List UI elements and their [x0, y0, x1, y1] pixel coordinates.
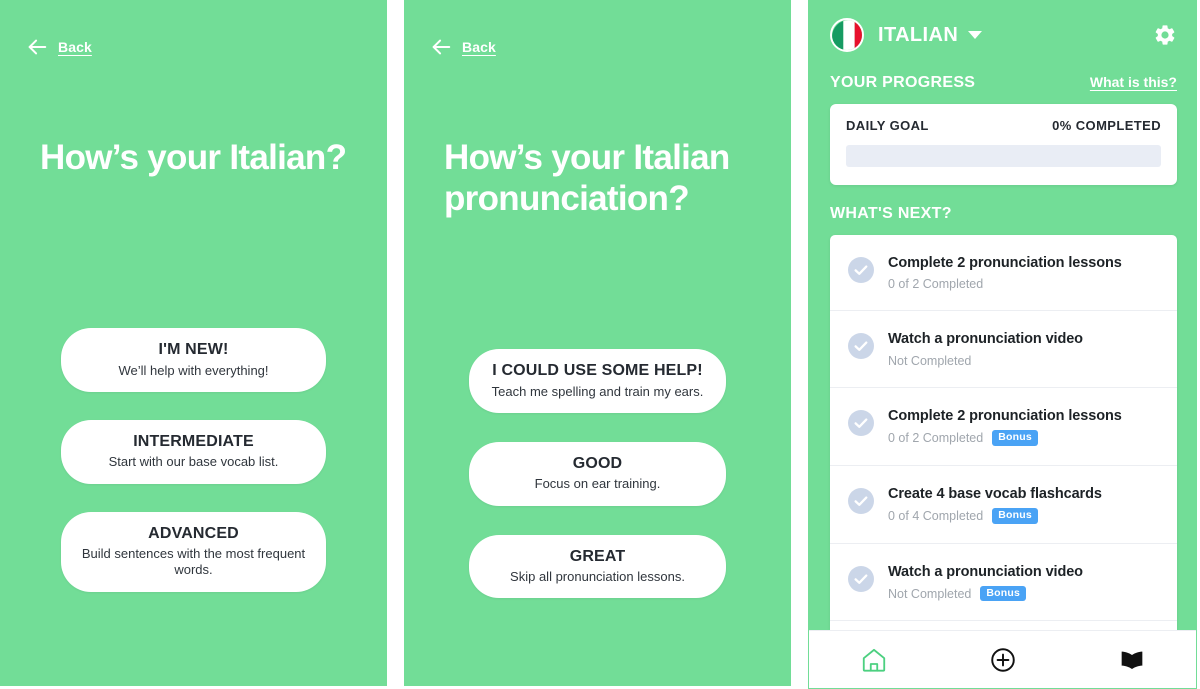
task-meta: 0 of 2 Completed: [888, 277, 1122, 291]
check-circle-icon: [848, 257, 874, 283]
task-status: Not Completed: [888, 353, 972, 368]
task-text: Watch a pronunciation video Not Complete…: [888, 331, 1083, 367]
choice-advanced[interactable]: ADVANCED Build sentences with the most f…: [61, 511, 326, 592]
progress-section-title: YOUR PROGRESS: [830, 74, 976, 91]
check-circle-icon: [848, 409, 874, 436]
task-status: 0 of 2 Completed: [888, 277, 984, 292]
back-button[interactable]: Back: [430, 36, 496, 58]
task-meta: 0 of 4 Completed Bonus: [888, 508, 1102, 524]
choice-title: I'M NEW!: [158, 341, 229, 358]
level-choice-list: I'M NEW! We’ll help with everything! INT…: [0, 328, 387, 592]
bonus-badge: Bonus: [992, 508, 1038, 524]
plus-circle-icon: [989, 646, 1017, 674]
choice-title: ADVANCED: [148, 524, 239, 542]
bonus-badge: Bonus: [980, 585, 1027, 602]
italy-flag-icon: [830, 18, 864, 52]
task-status: 0 of 2 Completed: [888, 430, 984, 445]
choice-could-use-help[interactable]: I COULD USE SOME HELP! Teach me spelling…: [469, 349, 726, 413]
page-title: How’s your Italian?: [40, 138, 347, 177]
arrow-left-icon: [26, 36, 48, 58]
home-header: ITALIAN YOUR PROGRESS What is this? DAIL…: [808, 0, 1197, 223]
task-text: Complete 2 pronunciation lessons 0 of 2 …: [888, 408, 1122, 446]
task-title: Watch a pronunciation video: [888, 563, 1083, 580]
arrow-left-icon: [430, 36, 452, 58]
task-text: Watch a pronunciation video Not Complete…: [888, 564, 1083, 602]
what-is-this-link[interactable]: What is this?: [1090, 74, 1177, 90]
book-icon: [1118, 646, 1146, 674]
choice-subtitle: Teach me spelling and train my ears.: [491, 383, 704, 399]
task-title: Create 4 base vocab flashcards: [888, 485, 1102, 502]
check-circle-icon: [848, 565, 874, 592]
language-selector[interactable]: ITALIAN: [830, 14, 1177, 56]
back-label: Back: [58, 39, 92, 55]
pronunciation-choice-list: I COULD USE SOME HELP! Teach me spelling…: [404, 349, 791, 599]
choice-subtitle: Skip all pronunciation lessons.: [510, 569, 685, 585]
choice-title: INTERMEDIATE: [133, 432, 254, 450]
task-meta: Not Completed Bonus: [888, 585, 1083, 602]
task-title: Complete 2 pronunciation lessons: [888, 255, 1122, 271]
nav-add-button[interactable]: [938, 631, 1067, 688]
screen-home-dashboard: ITALIAN YOUR PROGRESS What is this? DAIL…: [808, 0, 1197, 689]
home-icon: [860, 646, 888, 674]
daily-goal-percent: 0% COMPLETED: [1052, 118, 1161, 133]
back-label: Back: [462, 39, 496, 55]
choice-subtitle: We’ll help with everything!: [118, 362, 269, 378]
choice-subtitle: Focus on ear training.: [534, 476, 661, 492]
choice-intermediate[interactable]: INTERMEDIATE Start with our base vocab l…: [61, 419, 326, 484]
choice-great[interactable]: GREAT Skip all pronunciation lessons.: [469, 534, 726, 599]
bonus-badge: Bonus: [992, 430, 1038, 446]
nav-library-button[interactable]: [1067, 631, 1196, 688]
task-meta: 0 of 2 Completed Bonus: [888, 430, 1122, 446]
task-text: Create 4 base vocab flashcards 0 of 4 Co…: [888, 486, 1102, 524]
task-row[interactable]: Watch a pronunciation video Not Complete…: [830, 311, 1177, 388]
daily-goal-progress-bar: [846, 145, 1161, 167]
task-title: Complete 2 pronunciation lessons: [888, 407, 1122, 424]
check-circle-icon: [848, 333, 874, 360]
whats-next-task-list: Complete 2 pronunciation lessons 0 of 2 …: [830, 235, 1177, 630]
page-title: How’s your Italian pronunciation?: [444, 138, 730, 219]
back-button[interactable]: Back: [26, 36, 92, 58]
task-row[interactable]: Complete 2 pronunciation lessons 0 of 2 …: [830, 235, 1177, 312]
gear-icon[interactable]: [1153, 23, 1177, 47]
choice-title: GREAT: [569, 547, 626, 565]
language-name: ITALIAN: [878, 23, 959, 46]
choice-good[interactable]: GOOD Focus on ear training.: [469, 441, 726, 506]
choice-subtitle: Start with our base vocab list.: [108, 454, 279, 470]
screen-level-question: Back How’s your Italian? I'M NEW! We’ll …: [0, 0, 387, 686]
task-row[interactable]: Create 4 base vocab flashcards 0 of 4 Co…: [830, 466, 1177, 544]
task-row[interactable]: Complete 2 pronunciation lessons 0 of 2 …: [830, 388, 1177, 466]
task-status: 0 of 4 Completed: [888, 508, 984, 523]
task-status: Not Completed: [888, 586, 972, 601]
daily-goal-card: DAILY GOAL 0% COMPLETED: [830, 104, 1177, 185]
choice-title: GOOD: [572, 454, 623, 472]
daily-goal-label: DAILY GOAL: [846, 118, 929, 133]
choice-title: I COULD USE SOME HELP!: [492, 362, 703, 379]
progress-section-header: YOUR PROGRESS What is this?: [830, 74, 1177, 92]
screen-pronunciation-question: Back How’s your Italian pronunciation? I…: [404, 0, 791, 686]
task-text: Complete 2 pronunciation lessons 0 of 2 …: [888, 255, 1122, 291]
nav-home-button[interactable]: [809, 631, 938, 688]
daily-goal-header: DAILY GOAL 0% COMPLETED: [846, 118, 1161, 133]
check-circle-icon: [848, 487, 874, 514]
task-title: Watch a pronunciation video: [888, 331, 1083, 348]
choice-im-new[interactable]: I'M NEW! We’ll help with everything!: [61, 328, 326, 392]
three-screen-mockup: Back How’s your Italian? I'M NEW! We’ll …: [0, 0, 1200, 689]
chevron-down-icon[interactable]: [968, 31, 983, 39]
whats-next-section-title: WHAT'S NEXT?: [830, 205, 952, 222]
task-row[interactable]: Watch a pronunciation video Not Complete…: [830, 544, 1177, 622]
choice-subtitle: Build sentences with the most frequent w…: [81, 546, 306, 578]
bottom-navigation: [809, 630, 1196, 688]
task-meta: Not Completed: [888, 354, 1083, 368]
